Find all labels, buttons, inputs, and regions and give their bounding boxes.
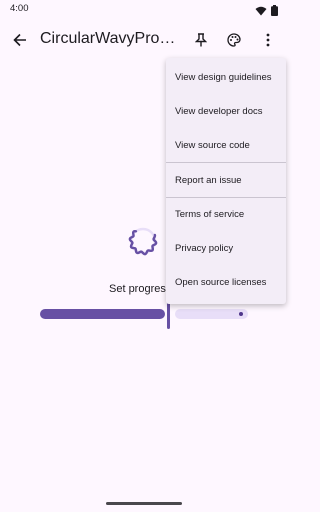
slider-thumb[interactable] — [167, 302, 170, 329]
slider-active-track — [40, 309, 165, 319]
status-icons — [255, 3, 278, 21]
status-time: 4:00 — [10, 3, 29, 14]
top-app-bar: CircularWavyProgressIndicator — [0, 22, 288, 58]
back-arrow-icon[interactable] — [8, 28, 32, 52]
status-bar: 4:00 — [0, 0, 288, 18]
wifi-icon — [255, 3, 267, 21]
wavy-progress-indicator — [126, 224, 160, 258]
set-progress-label: Set progress — [109, 283, 172, 295]
slider-inactive-track — [175, 309, 248, 319]
menu-item-open-source-licenses[interactable]: Open source licenses — [166, 265, 286, 299]
progress-slider[interactable] — [40, 302, 248, 329]
menu-item-design-guidelines[interactable]: View design guidelines — [166, 60, 286, 94]
palette-icon[interactable] — [222, 28, 246, 52]
overflow-menu: View design guidelines View developer do… — [166, 58, 286, 304]
menu-item-report-issue[interactable]: Report an issue — [166, 163, 286, 197]
page-title: CircularWavyProgressIndicator — [40, 30, 180, 47]
more-vert-icon[interactable] — [256, 28, 280, 52]
gesture-nav-bar[interactable] — [106, 502, 182, 505]
menu-item-privacy-policy[interactable]: Privacy policy — [166, 231, 286, 265]
battery-icon — [271, 3, 278, 21]
menu-item-developer-docs[interactable]: View developer docs — [166, 94, 286, 128]
menu-item-terms-of-service[interactable]: Terms of service — [166, 197, 286, 231]
menu-item-source-code[interactable]: View source code — [166, 128, 286, 162]
pin-icon[interactable] — [189, 28, 213, 52]
slider-stop-indicator — [239, 312, 243, 316]
